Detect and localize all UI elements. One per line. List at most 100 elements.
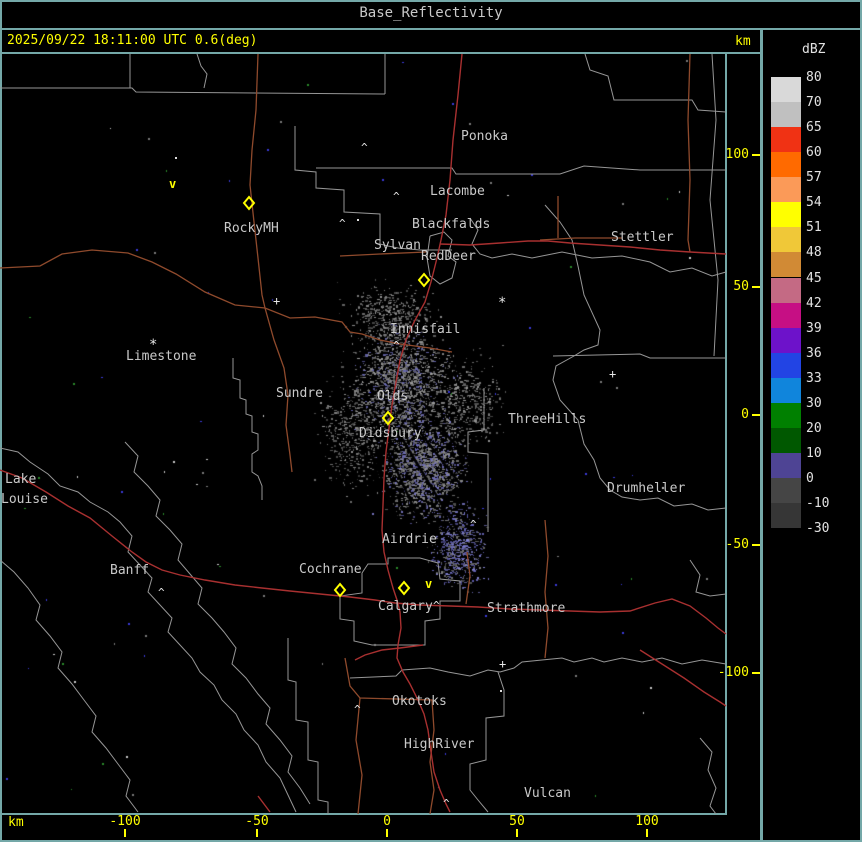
scale-label: -30	[806, 521, 830, 537]
x-axis-unit-label: km	[8, 815, 24, 830]
caret-marker-icon: ^	[470, 518, 477, 531]
scale-label: 51	[806, 220, 822, 236]
city-label: Lake	[5, 472, 36, 487]
boundary-line	[124, 441, 311, 805]
x-axis-tick	[646, 829, 648, 837]
scale-block	[771, 503, 801, 529]
scale-block	[771, 352, 801, 378]
scale-block	[771, 327, 801, 353]
y-axis-tick	[752, 154, 760, 156]
x-axis-tick	[256, 829, 258, 837]
y-axis-tick-label: -100	[717, 665, 749, 680]
highway-line	[354, 644, 424, 661]
dot-marker-icon	[500, 690, 502, 692]
boundary-line	[552, 353, 726, 359]
city-label: Strathmore	[487, 601, 565, 616]
page-title: Base_Reflectivity	[359, 5, 503, 21]
x-axis-tick-label: 100	[635, 814, 659, 829]
scale-block	[771, 152, 801, 178]
y-axis-tick	[752, 544, 760, 546]
boundary-line	[699, 737, 717, 815]
scale-block	[771, 277, 801, 303]
scale-label: 36	[806, 345, 822, 361]
y-axis-unit-label: km	[735, 34, 751, 49]
window-border-top	[0, 0, 862, 2]
caret-marker-icon: ^	[354, 703, 361, 716]
y-axis-tick-label: 100	[725, 147, 749, 162]
road-line	[465, 551, 471, 605]
road-line	[0, 249, 453, 353]
color-scale-title: dBZ	[802, 42, 826, 57]
city-label: RedDeer	[421, 249, 476, 264]
scale-label: 0	[806, 471, 814, 486]
scale-block	[771, 478, 801, 504]
scale-label: 48	[806, 245, 822, 261]
road-line	[249, 54, 266, 309]
city-label: Lacombe	[430, 184, 485, 199]
caret-marker-icon: ^	[393, 339, 400, 352]
city-label: Didsbury	[359, 426, 422, 441]
panel-divider	[760, 30, 763, 840]
y-axis-tick	[752, 286, 760, 288]
boundary-line	[287, 638, 329, 814]
city-label: Cochrane	[299, 562, 362, 577]
scale-label: 80	[806, 70, 822, 85]
city-label: Olds	[377, 389, 408, 404]
asterisk-marker-icon: *	[498, 295, 506, 311]
scale-block	[771, 377, 801, 403]
city-label: RockyMH	[224, 221, 279, 236]
scale-block	[771, 202, 801, 228]
city-label: Okotoks	[392, 694, 447, 709]
scale-label: 65	[806, 120, 822, 136]
scale-block	[771, 102, 801, 128]
x-axis-tick-label: -100	[109, 814, 141, 829]
boundary-line	[469, 671, 505, 813]
boundary-line	[232, 358, 263, 500]
timestamp-label: 2025/09/22 18:11:00 UTC 0.6(deg)	[7, 33, 258, 48]
highway-line	[257, 795, 271, 813]
v-marker-icon: v	[169, 177, 176, 191]
map-svg[interactable]: Ponoka Lacombe Blackfalds SylvanRedDeer Stet…	[0, 54, 727, 815]
plus-marker-icon: +	[609, 367, 616, 381]
boundary-line	[584, 54, 727, 113]
caret-marker-icon: ^	[393, 190, 400, 203]
caret-marker-icon: ^	[361, 141, 368, 154]
road-line	[344, 657, 435, 815]
city-label: Calgary	[378, 599, 433, 614]
caret-marker-icon: ^	[433, 599, 440, 612]
city-label: Limestone	[126, 349, 197, 364]
city-label: HighRiver	[404, 737, 475, 752]
caret-marker-icon: ^	[339, 217, 346, 230]
x-axis-tick	[386, 829, 388, 837]
plus-marker-icon: +	[273, 294, 280, 308]
boundary-line	[316, 165, 726, 175]
scale-label: 57	[806, 170, 822, 186]
city-label: Innisfail	[390, 322, 460, 337]
city-label: Banff	[110, 563, 149, 578]
title-separator	[0, 28, 862, 30]
boundary-line	[467, 388, 489, 532]
city-label: Louise	[1, 492, 48, 507]
plus-marker-icon: +	[499, 657, 506, 671]
city-label: Ponoka	[461, 129, 508, 144]
scale-label: 20	[806, 420, 822, 436]
x-axis-tick	[124, 829, 126, 837]
boundary-line	[196, 54, 208, 89]
city-label: Airdrie	[382, 532, 437, 547]
dot-marker-icon	[175, 157, 177, 159]
scale-block	[771, 127, 801, 153]
city-label: Stettler	[611, 230, 674, 245]
scale-block	[771, 77, 801, 103]
scale-block	[771, 177, 801, 203]
dot-marker-icon	[357, 219, 359, 221]
city-label: Sylvan	[374, 238, 421, 253]
v-marker-icon: v	[425, 577, 432, 591]
y-axis-tick-label: -50	[725, 537, 749, 552]
city-label: Drumheller	[607, 481, 685, 496]
city-label: ThreeHills	[508, 412, 586, 427]
boundary-line	[709, 54, 719, 357]
scale-block	[771, 227, 801, 253]
diamond-marker-icon	[333, 582, 347, 598]
radar-viewer-window: { "window": { "title": "Base_Reflectivit…	[0, 0, 862, 842]
scale-block	[771, 252, 801, 278]
